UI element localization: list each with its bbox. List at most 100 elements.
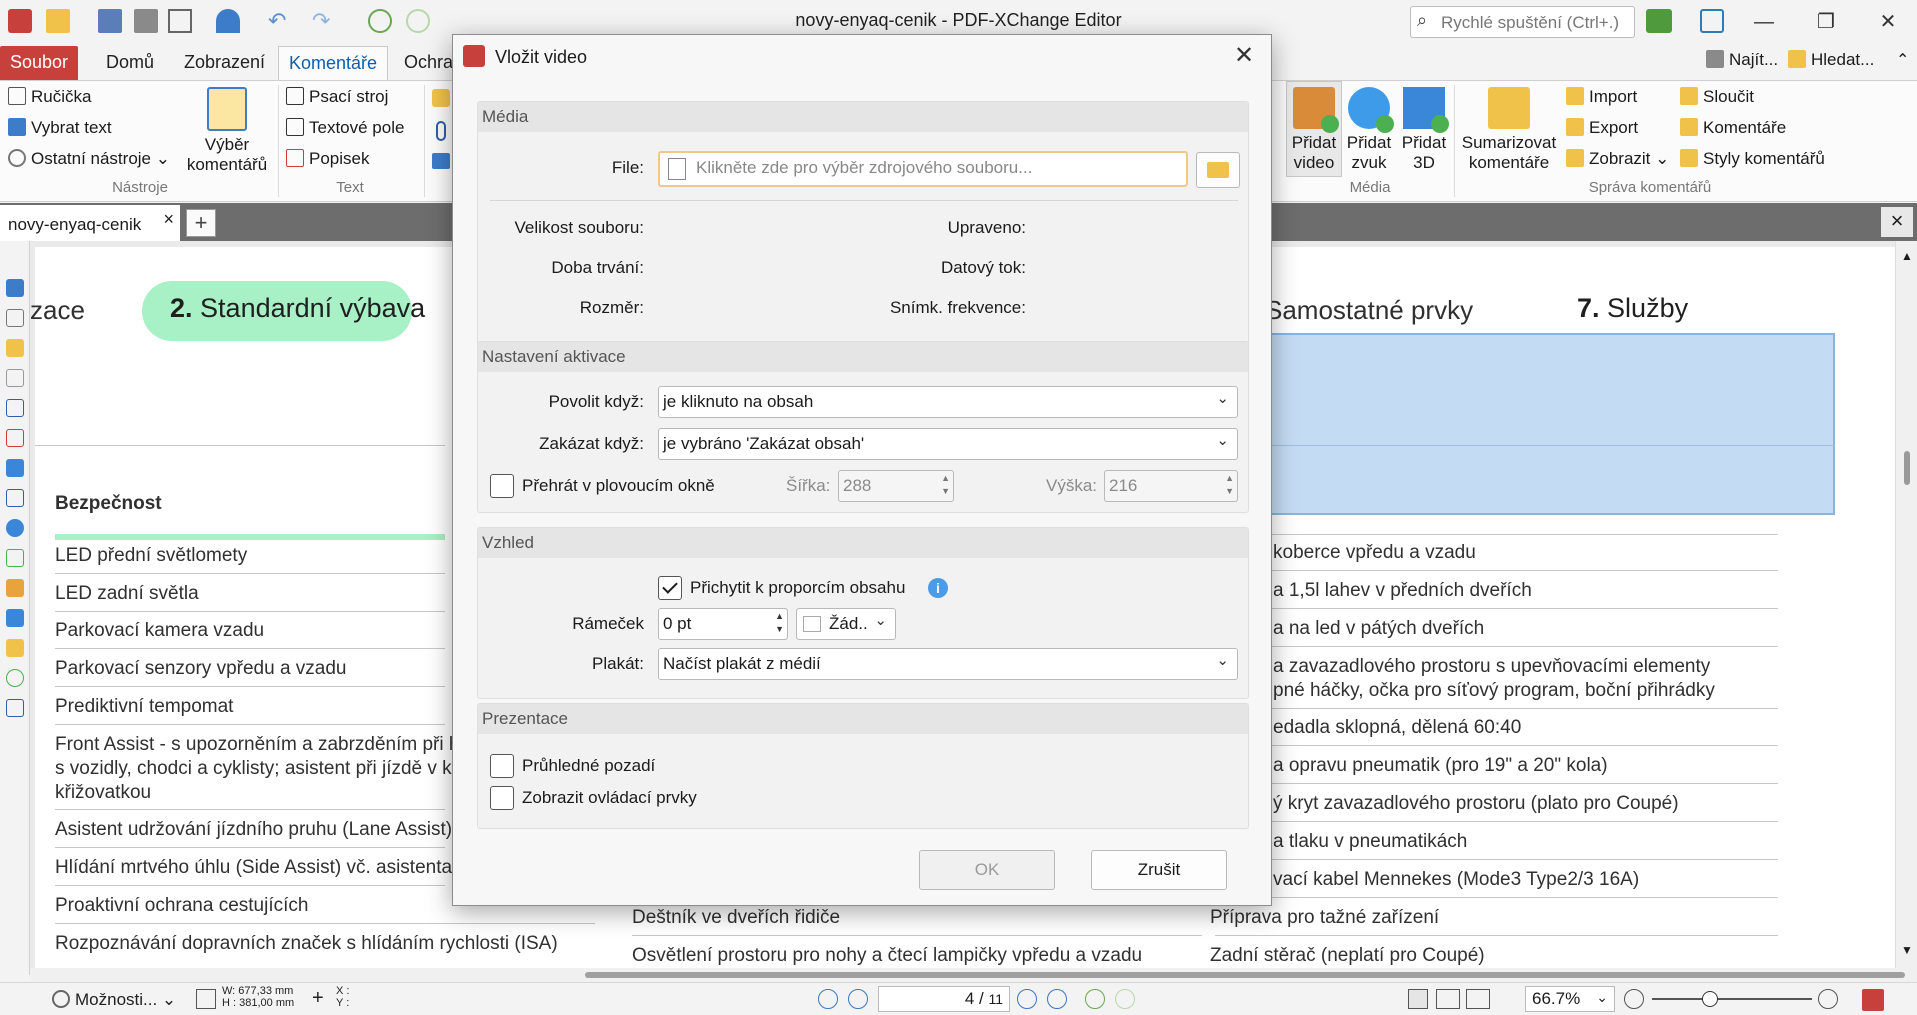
destinations-icon[interactable]: [6, 519, 24, 537]
export-button[interactable]: Export: [1566, 118, 1638, 138]
links-icon[interactable]: [6, 579, 24, 597]
maximize-button[interactable]: ❐: [1802, 6, 1850, 38]
import-button[interactable]: Import: [1566, 87, 1637, 107]
comment-styles-button[interactable]: Styly komentářů: [1680, 149, 1825, 169]
attachment-icon[interactable]: [436, 121, 446, 141]
previous-page-icon[interactable]: [848, 989, 868, 1009]
zoom-select[interactable]: 66.7% ⌄: [1525, 986, 1615, 1012]
info-icon[interactable]: [6, 699, 24, 717]
tab-file[interactable]: Soubor: [0, 46, 79, 80]
next-page-icon[interactable]: [1017, 989, 1037, 1009]
info-icon[interactable]: i: [928, 578, 948, 598]
grid-view-icon[interactable]: [1466, 989, 1490, 1009]
show-button[interactable]: Zobrazit ⌄: [1566, 149, 1669, 169]
pages-icon[interactable]: [6, 309, 24, 327]
snap-proportions-checkbox[interactable]: [658, 576, 682, 600]
zoom-slider-thumb[interactable]: [1702, 991, 1718, 1007]
show-controls-checkbox[interactable]: [490, 786, 514, 810]
attachments-icon[interactable]: [6, 369, 24, 387]
close-window-button[interactable]: ✕: [1864, 6, 1912, 38]
cancel-button[interactable]: Zrušit: [1091, 850, 1227, 890]
find-button[interactable]: Najít...: [1706, 50, 1778, 70]
layout-icon[interactable]: [1700, 9, 1724, 33]
first-page-icon[interactable]: [818, 989, 838, 1009]
vertical-scrollbar[interactable]: ▲ ▼: [1895, 241, 1917, 968]
layers-icon[interactable]: [6, 399, 24, 417]
back-view-icon[interactable]: [1085, 989, 1105, 1009]
add-sound-button[interactable]: Přidat zvuk: [1343, 87, 1395, 173]
add-3d-button[interactable]: Přidat 3D: [1398, 87, 1450, 173]
close-all-icon[interactable]: ×: [1881, 207, 1913, 237]
add-video-button[interactable]: Přidat video: [1288, 87, 1340, 173]
left-panel-toolbar: [0, 241, 30, 975]
options-button[interactable]: Možnosti... ⌄: [52, 990, 176, 1010]
selected-video-area[interactable]: [1268, 333, 1835, 515]
callout-button[interactable]: Popisek: [286, 149, 369, 169]
enable-when-select[interactable]: je kliknuto na obsah ⌄: [658, 386, 1238, 418]
comments-panel-icon[interactable]: [6, 339, 24, 357]
height-input[interactable]: 216 ▲ ▼: [1104, 470, 1238, 502]
single-page-icon[interactable]: [1408, 989, 1428, 1009]
structure-icon[interactable]: [6, 549, 24, 567]
list-item: pné háčky, očka pro síťový program, bočn…: [1273, 680, 1715, 701]
quick-search-input[interactable]: ⌕ Rychlé spuštění (Ctrl+.): [1410, 6, 1635, 38]
tab-comments[interactable]: Komentáře: [278, 46, 389, 80]
spinner-icon[interactable]: ▲ ▼: [941, 472, 950, 498]
minimize-button[interactable]: —: [1740, 6, 1788, 38]
floating-window-checkbox[interactable]: [490, 474, 514, 498]
content-icon[interactable]: [6, 489, 24, 507]
scroll-up-icon[interactable]: ▲: [1901, 249, 1913, 263]
spinner-icon[interactable]: ▲ ▼: [775, 610, 784, 636]
typewriter-button[interactable]: Psací stroj: [286, 87, 388, 107]
disable-when-select[interactable]: je vybráno 'Zakázat obsah' ⌄: [658, 428, 1238, 460]
zoom-out-icon[interactable]: [1624, 989, 1644, 1009]
document-tab[interactable]: novy-enyaq-cenik ×: [0, 205, 180, 241]
bookmarks-icon[interactable]: [6, 279, 24, 297]
last-page-icon[interactable]: [1047, 989, 1067, 1009]
collapse-ribbon-icon[interactable]: ⌃: [1896, 50, 1909, 70]
select-comments-button[interactable]: Výběr komentářů: [184, 87, 270, 175]
width-input[interactable]: 288 ▲ ▼: [838, 470, 954, 502]
horizontal-scroll-thumb[interactable]: [585, 972, 1905, 978]
hand-tool-button[interactable]: Ručička: [8, 87, 91, 107]
sound-icon[interactable]: [432, 153, 450, 169]
browse-button[interactable]: [1196, 152, 1240, 188]
two-page-icon[interactable]: [1436, 989, 1460, 1009]
select-comments-line1: Výběr: [204, 135, 250, 154]
signatures-icon[interactable]: [6, 429, 24, 447]
dialog-close-button[interactable]: ✕: [1227, 39, 1261, 73]
zoom-slider[interactable]: [1652, 998, 1812, 1000]
note-icon[interactable]: [432, 89, 450, 107]
merge-button[interactable]: Sloučit: [1680, 87, 1754, 107]
forward-view-icon[interactable]: [1115, 989, 1135, 1009]
tags-icon[interactable]: [6, 609, 24, 627]
file-input[interactable]: Klikněte zde pro výběr zdrojového soubor…: [658, 151, 1188, 187]
model-tree-icon[interactable]: [6, 459, 24, 477]
callout-label: Popisek: [309, 149, 370, 168]
horizontal-scrollbar[interactable]: [30, 968, 1917, 982]
apps-icon[interactable]: [1646, 9, 1672, 33]
select-text-button[interactable]: Vybrat text: [8, 118, 112, 138]
border-width-input[interactable]: 0 pt ▲ ▼: [658, 608, 788, 640]
summarize-comments-button[interactable]: Sumarizovat komentáře: [1456, 87, 1562, 173]
close-tab-icon[interactable]: ×: [163, 209, 174, 230]
tab-view[interactable]: Zobrazení: [174, 46, 275, 80]
text-box-button[interactable]: Textové pole: [286, 118, 404, 138]
fields-icon[interactable]: [6, 639, 24, 657]
page-number-input[interactable]: 4 / 11: [878, 986, 1010, 1012]
scroll-down-icon[interactable]: ▼: [1901, 943, 1913, 957]
comments-pane-button[interactable]: Komentáře: [1680, 118, 1786, 138]
other-tools-button[interactable]: Ostatní nástroje ⌄: [8, 149, 170, 169]
zoom-in-icon[interactable]: [1818, 989, 1838, 1009]
ok-button[interactable]: OK: [919, 850, 1055, 890]
poster-select[interactable]: Načíst plakát z médií ⌄: [658, 648, 1238, 680]
spinner-icon[interactable]: ▲ ▼: [1225, 472, 1234, 498]
border-color-select[interactable]: Žád.. ⌄: [796, 608, 896, 640]
vertical-scroll-thumb[interactable]: [1904, 451, 1910, 485]
search-button[interactable]: Hledat...: [1788, 50, 1874, 70]
tab-home[interactable]: Domů: [96, 46, 164, 80]
acrobat-icon[interactable]: [1862, 989, 1884, 1011]
transparent-background-checkbox[interactable]: [490, 754, 514, 778]
properties-icon[interactable]: [6, 669, 24, 687]
new-tab-button[interactable]: +: [186, 209, 216, 237]
